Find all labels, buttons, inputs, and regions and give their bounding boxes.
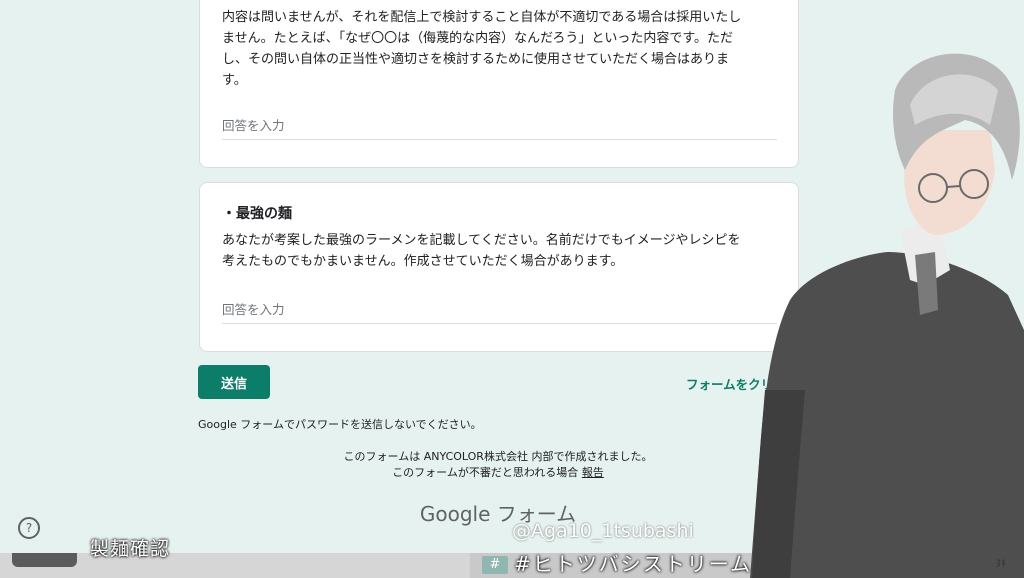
created-by-note: このフォームは ANYCOLOR株式会社 内部で作成されました。	[343, 450, 653, 463]
form-page: 内容は問いませんが、それを配信上で検討すること自体が不適切である場合は採用いたし…	[0, 0, 1024, 578]
submit-button[interactable]: 送信	[198, 365, 270, 399]
report-link[interactable]: 報告	[582, 466, 604, 479]
overlay-handle: @Aga10_1tsubashi	[512, 520, 694, 542]
streamer-avatar	[750, 53, 1024, 578]
answer-input-1[interactable]	[222, 111, 777, 140]
bottom-tab	[12, 553, 77, 567]
question-2-description: あなたが考案した最強のラーメンを記載してください。名前だけでもイメージやレシピを…	[222, 233, 741, 269]
overlay-caption-left: 製麺確認	[90, 538, 171, 560]
abuse-note-text: このフォームが不審だと思われる場合	[392, 466, 579, 479]
password-warning: Google フォームでパスワードを送信しないでください。	[198, 418, 482, 431]
question-2-title: ・最強の麺	[222, 206, 292, 222]
corner-mark: ﾇｷ	[996, 559, 1006, 570]
google-forms-logo: Google フォーム	[198, 498, 798, 527]
abuse-note: このフォームが不審だと思われる場合 報告	[198, 464, 798, 480]
question-card-1: 内容は問いませんが、それを配信上で検討すること自体が不適切である場合は採用いたし…	[199, 0, 799, 168]
question-card-2: ・最強の麺 あなたが考案した最強のラーメンを記載してください。名前だけでもイメー…	[199, 182, 799, 352]
help-circle-icon[interactable]: ?	[18, 517, 40, 539]
hashtag-badge: #	[482, 556, 508, 574]
question-1-description: 内容は問いませんが、それを配信上で検討すること自体が不適切である場合は採用いたし…	[222, 10, 742, 88]
logo-google-text: Google	[419, 502, 491, 526]
answer-input-2[interactable]	[222, 295, 777, 324]
overlay-hashtag: #ヒトツバシストリーム	[514, 552, 753, 576]
